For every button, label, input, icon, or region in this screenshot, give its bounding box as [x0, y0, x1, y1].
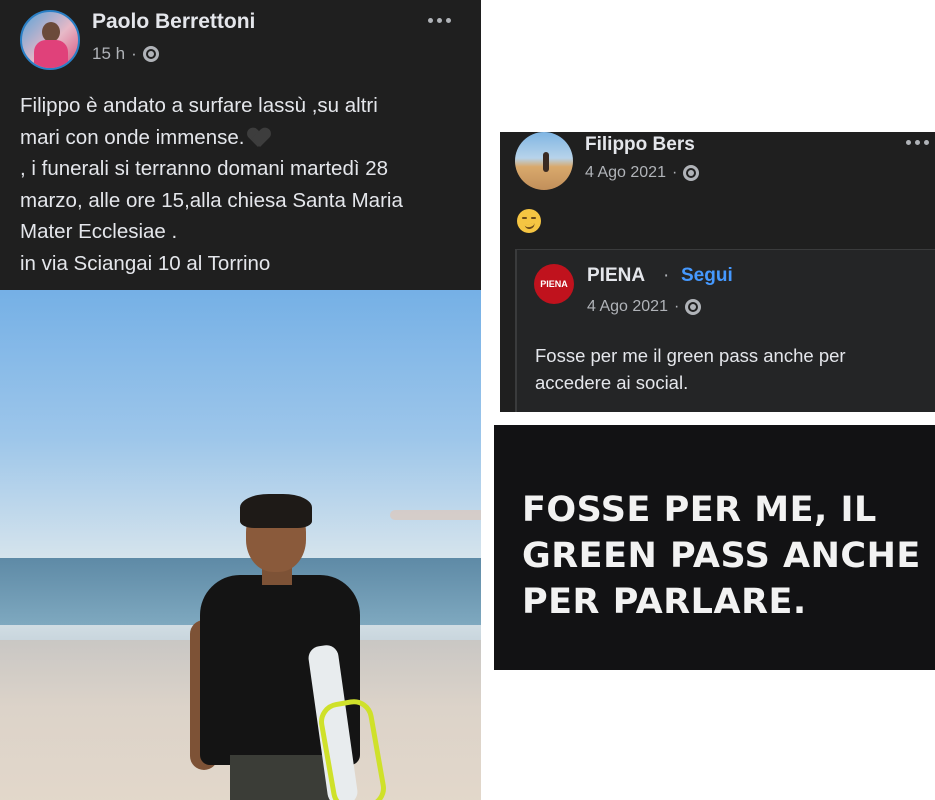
post-time[interactable]: 15 h — [92, 44, 125, 64]
post-text-line2: mari con onde immense. — [20, 125, 245, 149]
author-name[interactable]: Paolo Berrettoni — [92, 10, 255, 34]
globe-icon — [683, 165, 700, 181]
photo-cloud — [390, 510, 481, 520]
person-hair — [240, 494, 312, 528]
post-date[interactable]: 4 Ago 2021 — [585, 164, 666, 182]
post-meta: 15 h · — [92, 44, 159, 64]
shared-text: Fosse per me il green pass anche per acc… — [535, 345, 846, 393]
banner-line: PER PARLARE. — [522, 582, 807, 622]
shared-meta: 4 Ago 2021 · — [587, 298, 702, 316]
post-text-rest: , i funerali si terranno domani martedì … — [20, 157, 403, 275]
follow-button[interactable]: Segui — [681, 265, 733, 287]
meta-separator: · — [673, 298, 680, 315]
banner-text: FOSSE PER ME, IL GREEN PASS ANCHE PER PA… — [522, 487, 927, 625]
quote-banner: FOSSE PER ME, IL GREEN PASS ANCHE PER PA… — [494, 425, 935, 670]
avatar-body — [34, 40, 68, 68]
smirk-emoji — [517, 209, 541, 233]
follow-separator: · — [663, 265, 670, 286]
post-header: Paolo Berrettoni 15 h · — [0, 0, 481, 80]
globe-icon — [142, 46, 159, 62]
more-icon[interactable] — [906, 140, 929, 145]
author-avatar[interactable] — [20, 10, 80, 70]
banner-line: GREEN PASS ANCHE — [522, 536, 921, 576]
meta-separator: · — [671, 164, 678, 181]
piena-logo[interactable]: PIENA — [534, 264, 574, 304]
author-avatar[interactable] — [515, 132, 573, 190]
post-photo[interactable] — [0, 290, 481, 800]
more-icon[interactable] — [428, 18, 451, 23]
black-heart-emoji — [248, 128, 270, 148]
right-post: Filippo Bers 4 Ago 2021 · PIENA PIENA · … — [500, 132, 935, 412]
post-meta: 4 Ago 2021 · — [585, 164, 700, 182]
post-text-line1: Filippo è andato a surfare lassù ,su alt… — [20, 94, 378, 117]
meta-separator: · — [131, 44, 137, 63]
shared-date[interactable]: 4 Ago 2021 — [587, 298, 668, 316]
shared-post[interactable]: PIENA PIENA · Segui 4 Ago 2021 · Fosse p… — [515, 249, 935, 412]
banner-line: FOSSE PER ME, IL — [522, 490, 877, 530]
page-name[interactable]: PIENA — [587, 265, 645, 287]
left-post: Paolo Berrettoni 15 h · Filippo è andato… — [0, 0, 481, 800]
author-name[interactable]: Filippo Bers — [585, 134, 695, 156]
post-text: Filippo è andato a surfare lassù ,su alt… — [20, 90, 470, 279]
person-pants — [230, 755, 335, 800]
avatar-head — [42, 22, 60, 42]
globe-icon — [685, 299, 702, 315]
avatar-figure — [543, 152, 549, 172]
